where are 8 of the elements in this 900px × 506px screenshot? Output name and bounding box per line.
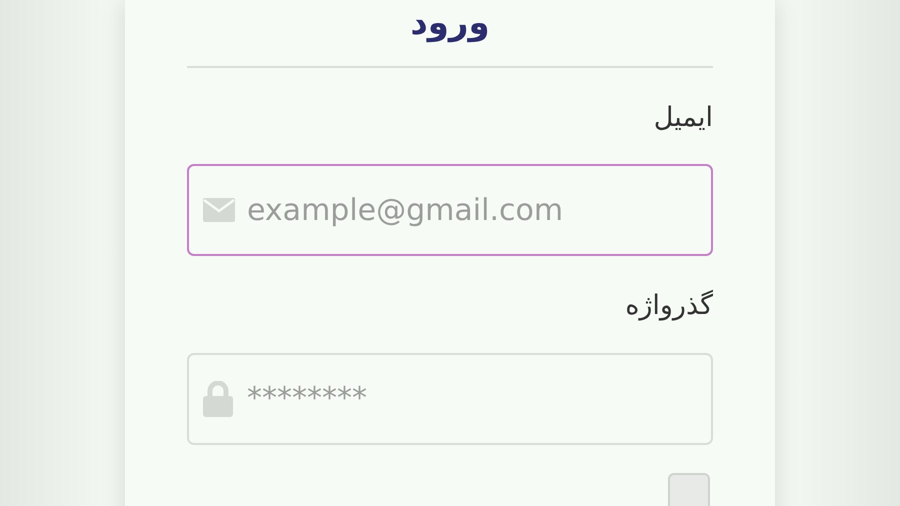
email-field[interactable]: example@gmail.com: [187, 164, 713, 256]
form-title: ورود: [409, 2, 491, 45]
password-field[interactable]: ********: [187, 352, 713, 445]
field-label: گذرواژه: [625, 290, 713, 323]
field-label: ایمیل: [654, 102, 713, 134]
lock-icon: [203, 380, 233, 417]
remember-checkbox[interactable]: [668, 472, 710, 506]
envelope-icon: [203, 198, 235, 222]
